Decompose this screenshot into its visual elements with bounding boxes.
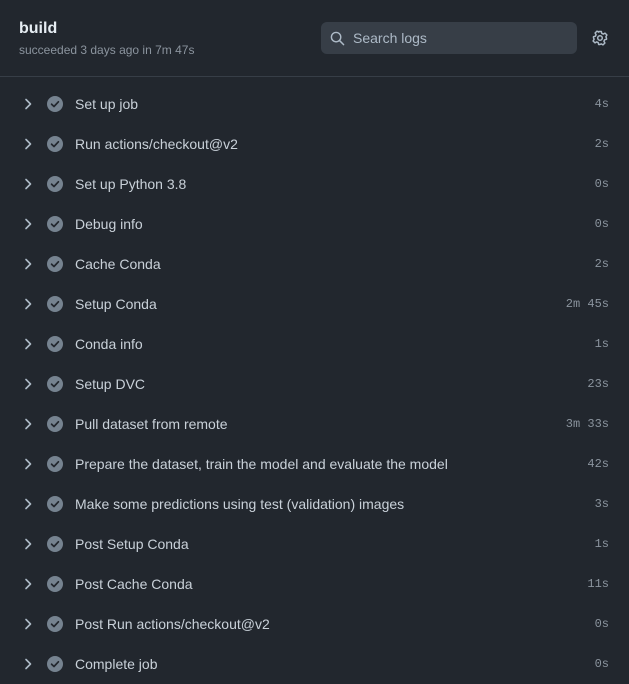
step-row[interactable]: Complete job 0s [0, 644, 629, 684]
step-name: Post Setup Conda [75, 536, 189, 552]
step-duration: 2s [594, 257, 609, 271]
step-duration: 0s [594, 177, 609, 191]
step-name: Setup DVC [75, 376, 146, 392]
check-circle-icon [47, 416, 63, 432]
step-name: Conda info [75, 336, 143, 352]
check-circle-icon [47, 536, 63, 552]
step-duration: 11s [587, 577, 609, 591]
step-row[interactable]: Prepare the dataset, train the model and… [0, 444, 629, 484]
check-circle-icon [47, 216, 63, 232]
step-duration: 3s [594, 497, 609, 511]
step-name: Post Cache Conda [75, 576, 193, 592]
step-duration: 2m 45s [565, 297, 609, 311]
step-name: Make some predictions using test (valida… [75, 496, 405, 512]
chevron-right-icon[interactable] [21, 257, 35, 271]
step-duration: 0s [594, 657, 609, 671]
step-row[interactable]: Post Run actions/checkout@v2 0s [0, 604, 629, 644]
step-row[interactable]: Set up Python 3.8 0s [0, 164, 629, 204]
step-duration: 0s [594, 617, 609, 631]
step-name: Run actions/checkout@v2 [75, 136, 238, 152]
search-input[interactable] [353, 22, 569, 54]
chevron-right-icon[interactable] [21, 377, 35, 391]
search-box[interactable] [321, 22, 577, 54]
check-circle-icon [47, 496, 63, 512]
step-name: Set up job [75, 96, 139, 112]
step-row[interactable]: Post Setup Conda 1s [0, 524, 629, 564]
step-row[interactable]: Cache Conda 2s [0, 244, 629, 284]
step-duration: 1s [594, 337, 609, 351]
chevron-right-icon[interactable] [21, 97, 35, 111]
job-status: succeeded 3 days ago in 7m 47s [19, 43, 195, 57]
step-duration: 4s [594, 97, 609, 111]
check-circle-icon [47, 576, 63, 592]
chevron-right-icon[interactable] [21, 497, 35, 511]
check-circle-icon [47, 176, 63, 192]
step-name: Pull dataset from remote [75, 416, 228, 432]
check-circle-icon [47, 296, 63, 312]
check-circle-icon [47, 136, 63, 152]
chevron-right-icon[interactable] [21, 657, 35, 671]
chevron-right-icon[interactable] [21, 177, 35, 191]
check-circle-icon [47, 376, 63, 392]
chevron-right-icon[interactable] [21, 337, 35, 351]
search-icon [330, 31, 345, 46]
job-title: build [19, 20, 58, 37]
step-name: Set up Python 3.8 [75, 176, 187, 192]
step-row[interactable]: Setup Conda 2m 45s [0, 284, 629, 324]
step-row[interactable]: Debug info 0s [0, 204, 629, 244]
step-duration: 1s [594, 537, 609, 551]
step-row[interactable]: Set up job 4s [0, 84, 629, 124]
step-duration: 3m 33s [565, 417, 609, 431]
step-name: Post Run actions/checkout@v2 [75, 616, 270, 632]
check-circle-icon [47, 96, 63, 112]
step-row[interactable]: Conda info 1s [0, 324, 629, 364]
step-name: Setup Conda [75, 296, 157, 312]
chevron-right-icon[interactable] [21, 577, 35, 591]
step-name: Debug info [75, 216, 143, 232]
chevron-right-icon[interactable] [21, 417, 35, 431]
step-row[interactable]: Run actions/checkout@v2 2s [0, 124, 629, 164]
step-row[interactable]: Setup DVC 23s [0, 364, 629, 404]
step-row[interactable]: Pull dataset from remote 3m 33s [0, 404, 629, 444]
chevron-right-icon[interactable] [21, 537, 35, 551]
step-duration: 42s [587, 457, 609, 471]
step-row[interactable]: Make some predictions using test (valida… [0, 484, 629, 524]
chevron-right-icon[interactable] [21, 617, 35, 631]
chevron-right-icon[interactable] [21, 297, 35, 311]
chevron-right-icon[interactable] [21, 217, 35, 231]
step-duration: 23s [587, 377, 609, 391]
step-duration: 0s [594, 217, 609, 231]
gear-icon[interactable] [590, 28, 610, 48]
step-duration: 2s [594, 137, 609, 151]
step-name: Prepare the dataset, train the model and… [75, 456, 448, 472]
check-circle-icon [47, 336, 63, 352]
chevron-right-icon[interactable] [21, 137, 35, 151]
check-circle-icon [47, 656, 63, 672]
check-circle-icon [47, 256, 63, 272]
step-row[interactable]: Post Cache Conda 11s [0, 564, 629, 604]
step-name: Cache Conda [75, 256, 161, 272]
step-name: Complete job [75, 656, 158, 672]
check-circle-icon [47, 616, 63, 632]
job-header: build succeeded 3 days ago in 7m 47s [0, 0, 629, 77]
steps-list: Set up job 4s Run actions/checkout@v2 2s Set… [0, 84, 629, 684]
chevron-right-icon[interactable] [21, 457, 35, 471]
check-circle-icon [47, 456, 63, 472]
